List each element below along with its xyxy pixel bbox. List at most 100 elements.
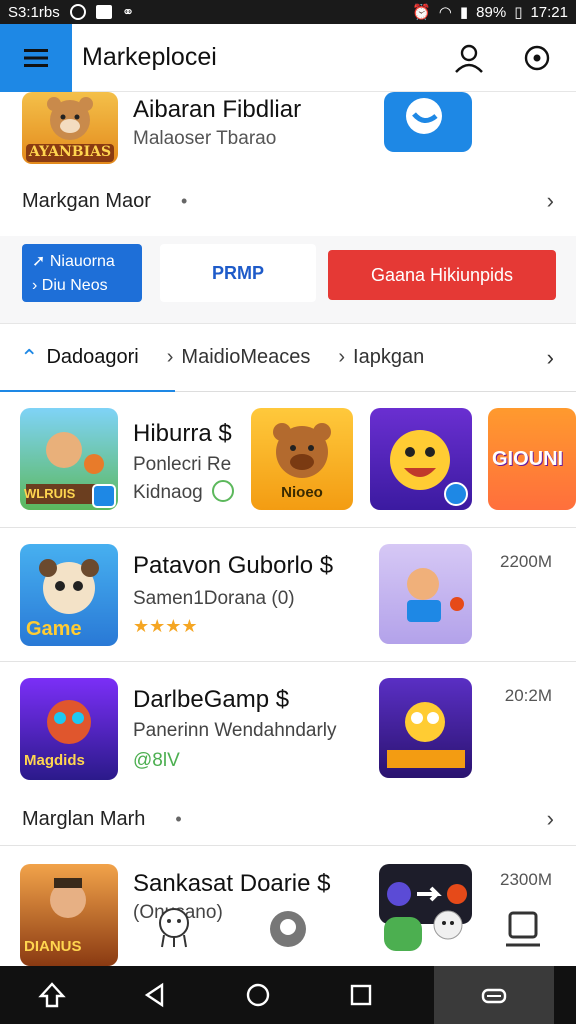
row-4-meta: 2300M xyxy=(500,870,552,889)
row-2-meta: 2200M xyxy=(500,552,552,571)
signal-icon: ▮ xyxy=(459,4,469,21)
row-3-title: DarlbeGamp $ xyxy=(133,686,290,713)
chevron-right-icon: › xyxy=(338,346,346,368)
send-icon: ➚ xyxy=(32,253,50,270)
system-nav-bar xyxy=(0,966,576,1024)
chat-icon[interactable] xyxy=(266,909,310,953)
row-3-thumb-text: Magdids xyxy=(24,752,85,769)
tab-3[interactable]: › Iapkgan xyxy=(318,324,432,392)
row-1-icon-b[interactable] xyxy=(370,408,472,510)
settings-icon[interactable] xyxy=(520,41,554,75)
status-bar: S3:1rbs ⚭ ⏰ ◠ ▮ 89% ▯ 17:21 xyxy=(0,0,576,24)
app-title: Markeplocei xyxy=(82,43,217,71)
row-1-sub1: Ponlecri Re xyxy=(133,454,232,475)
row-3-icon[interactable] xyxy=(379,678,472,778)
tab-2[interactable]: › MaidioMeaces xyxy=(147,324,319,392)
ghost-icon[interactable] xyxy=(152,905,196,949)
notification-icon xyxy=(69,4,86,20)
row-3-sub2: @8lV xyxy=(133,750,180,771)
app-bar: Markeplocei xyxy=(0,23,576,92)
category-tabs: ⌃ Dadoagori › MaidioMeaces › Iapkgan › xyxy=(0,324,576,393)
monster-icon[interactable] xyxy=(382,905,468,961)
featured-thumb-text: AYANBIAS xyxy=(28,144,112,160)
status-left-text: S3:1rbs xyxy=(8,3,60,21)
battery-text: 89% xyxy=(476,3,507,21)
alarm-icon: ⏰ xyxy=(412,4,431,21)
tab-1-label: Dadoagori xyxy=(46,346,139,368)
promo-row: ➚ Niauorna › Diu Neos PRMP Gaana Hikiunp… xyxy=(0,236,576,324)
badge-icon xyxy=(92,484,116,508)
section-header-2[interactable]: Marglan Marh • › xyxy=(0,796,576,842)
messenger-app-icon[interactable] xyxy=(384,92,472,152)
promo-left-line1: Niauorna xyxy=(49,253,115,270)
row-1-icon-c[interactable]: GIOUNI xyxy=(488,408,576,510)
row-1-icon-c-text: GIOUNI xyxy=(492,448,564,470)
row-1-thumb-text: WLRUIS xyxy=(24,486,76,501)
row-3-sub1: Panerinn Wendahndarly xyxy=(133,720,337,741)
menu-button[interactable] xyxy=(0,23,72,92)
list-item-3[interactable]: Magdids DarlbeGamp $ Panerinn Wendahndar… xyxy=(0,662,576,846)
featured-title: Aibaran Fibdliar xyxy=(133,96,302,123)
row-3-meta: 20:2M xyxy=(504,686,552,705)
promo-mid-button[interactable]: PRMP xyxy=(160,244,316,302)
section-header-1[interactable]: Markgan Maor • › xyxy=(0,178,576,224)
back-triangle-icon xyxy=(144,982,163,1008)
row-1-icon-a[interactable]: Nioeo xyxy=(251,408,353,510)
recents-square-icon xyxy=(350,984,372,1006)
clock: 17:21 xyxy=(530,3,568,21)
row-2-icon[interactable] xyxy=(379,544,472,644)
chat-bubble-icon xyxy=(406,98,442,134)
home-circle-icon xyxy=(246,983,270,1007)
arrow-up-icon xyxy=(37,982,66,1008)
tab-3-label: Iapkgan xyxy=(353,346,425,368)
check-icon xyxy=(212,480,234,502)
robot-icon xyxy=(482,988,507,1004)
tabs-more-chevron-icon[interactable]: › xyxy=(547,345,576,371)
assistant-button[interactable] xyxy=(434,966,555,1024)
wifi-icon: ◠ xyxy=(438,4,452,21)
row-1-thumbnail: WLRUIS xyxy=(20,408,118,510)
tab-2-label: MaidioMeaces xyxy=(181,346,311,368)
chevron-right-icon: › xyxy=(32,277,42,294)
featured-item[interactable]: AYANBIAS Aibaran Fibdliar Malaoser Tbara… xyxy=(0,92,576,178)
account-icon[interactable] xyxy=(452,41,486,75)
promo-right-button[interactable]: Gaana Hikiunpids xyxy=(328,250,556,300)
featured-thumbnail: AYANBIAS xyxy=(22,92,118,164)
back-button[interactable] xyxy=(125,966,185,1024)
app-notification-icon xyxy=(95,5,112,19)
list-item-1[interactable]: WLRUIS Hiburra $ Ponlecri Re Kidnaog Nio… xyxy=(0,392,576,528)
row-2-title: Patavon Guborlo $ xyxy=(133,552,334,579)
badge-icon xyxy=(444,482,468,506)
row-2-thumbnail: Game xyxy=(20,544,118,646)
list-item-2[interactable]: Game Patavon Guborlo $ Samen1Dorana (0) … xyxy=(0,528,576,662)
recents-button[interactable] xyxy=(331,966,391,1024)
section-title-2: Marglan Marh xyxy=(22,807,146,830)
chevron-right-icon: › xyxy=(546,188,554,213)
store-icon[interactable] xyxy=(502,909,544,951)
cast-icon: ⚭ xyxy=(121,4,135,21)
hamburger-icon xyxy=(24,48,48,67)
bottom-tab-bar xyxy=(0,895,576,967)
chevron-up-icon: ⌃ xyxy=(20,344,39,370)
row-4-title: Sankasat Doarie $ xyxy=(133,870,331,897)
chevron-right-icon: › xyxy=(546,806,554,831)
promo-left-button[interactable]: ➚ Niauorna › Diu Neos xyxy=(22,244,142,302)
row-3-thumbnail: Magdids xyxy=(20,678,118,780)
screen: S3:1rbs ⚭ ⏰ ◠ ▮ 89% ▯ 17:21 Markeplocei xyxy=(0,0,576,1024)
promo-left-line2: Diu Neos xyxy=(41,277,108,294)
section-dot: • xyxy=(180,190,188,211)
row-1-title: Hiburra $ xyxy=(133,420,232,447)
battery-icon: ▯ xyxy=(514,4,523,21)
rating-stars: ★★★★ xyxy=(133,616,198,636)
home-up-button[interactable] xyxy=(22,966,82,1024)
section-title-1: Markgan Maor xyxy=(22,189,151,212)
section-dot: • xyxy=(175,808,182,829)
row-2-thumb-text: Game xyxy=(26,618,82,640)
bee-icon xyxy=(387,702,465,768)
row-1-icon-a-text: Nioeo xyxy=(281,484,323,501)
chevron-right-icon: › xyxy=(166,346,174,368)
featured-subtitle: Malaoser Tbarao xyxy=(133,128,277,149)
home-button[interactable] xyxy=(228,966,288,1024)
tab-1[interactable]: ⌃ Dadoagori xyxy=(0,324,175,393)
kid-icon xyxy=(407,568,464,622)
